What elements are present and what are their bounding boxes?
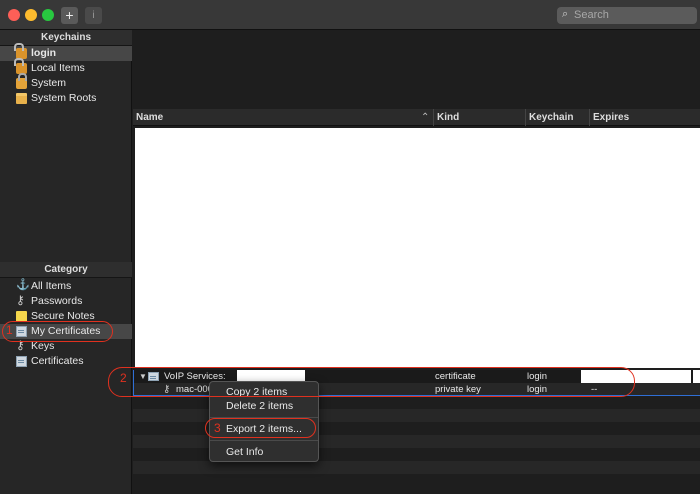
zoom-window-button[interactable]: [42, 9, 54, 21]
key-icon: [16, 293, 27, 308]
empty-row: [133, 474, 700, 487]
key-icon: [16, 338, 27, 353]
info-button[interactable]: i: [85, 7, 102, 24]
column-header-name[interactable]: Name: [133, 109, 433, 126]
lock-icon: [16, 73, 27, 89]
column-header-expires[interactable]: Expires: [589, 109, 700, 126]
sidebar-item-label: login: [31, 47, 57, 59]
menu-item-get-info[interactable]: Get Info: [210, 445, 318, 460]
close-window-button[interactable]: [8, 9, 20, 21]
certificate-icon: [16, 356, 27, 367]
info-icon: i: [92, 10, 95, 21]
sidebar-item-passwords[interactable]: Passwords: [0, 293, 132, 309]
title-bar: + i ⌕ Search: [0, 0, 700, 30]
minimize-window-button[interactable]: [25, 9, 37, 21]
annotation-oval-2: [108, 367, 635, 397]
sidebar-item-label: Passwords: [31, 295, 83, 307]
annotation-number-3: 3: [214, 421, 221, 435]
redacted-area: [135, 128, 700, 368]
sidebar-item-system[interactable]: System: [0, 73, 132, 91]
sidebar-item-label: Local Items: [31, 62, 85, 74]
annotation-number-1: 1: [6, 323, 13, 337]
sidebar-item-label: Certificates: [31, 355, 84, 367]
category-header: Category: [0, 262, 132, 278]
plus-icon: +: [65, 7, 74, 23]
search-icon: ⌕: [562, 8, 569, 20]
column-header-kind[interactable]: Kind: [433, 109, 525, 126]
column-header-keychain[interactable]: Keychain: [525, 109, 589, 126]
sidebar-item-label: All Items: [31, 280, 72, 292]
sidebar-item-certificates[interactable]: Certificates: [0, 354, 132, 369]
folder-icon: [16, 93, 27, 104]
add-button[interactable]: +: [61, 7, 78, 24]
redacted-box: [693, 370, 700, 383]
menu-separator: [210, 440, 318, 441]
search-field[interactable]: ⌕ Search: [557, 7, 697, 24]
search-placeholder: Search: [574, 9, 609, 21]
annotation-oval-3: [205, 418, 316, 438]
table-header: Name ⌃ Kind Keychain Expires: [133, 109, 700, 126]
all-items-icon: [16, 278, 30, 293]
annotation-number-2: 2: [120, 371, 127, 385]
empty-row: [133, 461, 700, 474]
sidebar-item-label: System: [31, 77, 67, 89]
annotation-oval-1: [2, 321, 113, 342]
sidebar-item-label: System Roots: [31, 92, 97, 104]
sidebar: Keychains login Local Items System Syste…: [0, 30, 132, 494]
sidebar-item-all-items[interactable]: All Items: [0, 278, 132, 294]
sidebar-item-system-roots[interactable]: System Roots: [0, 91, 132, 106]
menu-item-delete[interactable]: Delete 2 items: [210, 399, 318, 414]
sort-ascending-icon: ⌃: [421, 112, 430, 123]
